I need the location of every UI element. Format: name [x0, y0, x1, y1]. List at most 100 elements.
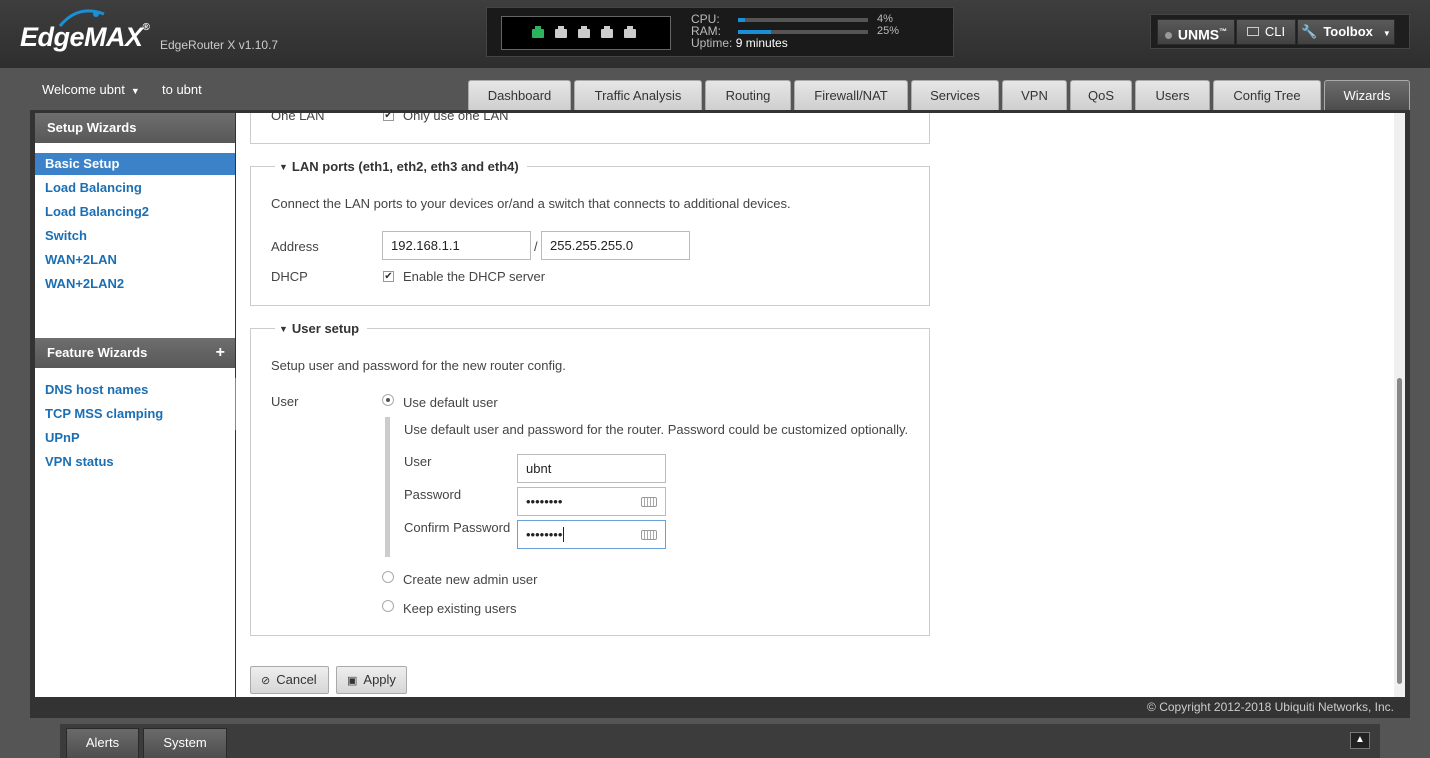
wrench-icon: 🔧	[1301, 24, 1318, 39]
edgemax-logo: EdgeMAX®	[20, 22, 150, 53]
apply-button[interactable]: ▣ Apply	[336, 666, 407, 694]
tab-services[interactable]: Services	[911, 80, 999, 110]
lan-ports-section: ▼ LAN ports (eth1, eth2, eth3 and eth4) C…	[250, 159, 930, 306]
tab-vpn[interactable]: VPN	[1002, 80, 1067, 110]
welcome-menu[interactable]: Welcome ubnt ▼	[42, 82, 140, 97]
lan-ports-description: Connect the LAN ports to your devices or…	[271, 196, 791, 211]
indent-bar	[385, 417, 390, 557]
create-admin-user-label: Create new admin user	[403, 572, 538, 587]
router-model: EdgeRouter X v1.10.7	[160, 38, 279, 52]
keep-existing-users-radio[interactable]	[382, 600, 394, 612]
toolbox-button[interactable]: 🔧 Toolbox ▼	[1297, 19, 1395, 45]
alerts-tab[interactable]: Alerts	[66, 728, 139, 758]
username-label: User	[404, 454, 432, 469]
status-dot-icon	[1164, 31, 1172, 39]
netmask-input[interactable]: 255.255.255.0	[541, 231, 690, 260]
cancel-label: Cancel	[276, 672, 317, 687]
cpu-meter	[738, 18, 868, 22]
status-panel: CPU: 4% RAM: 25% Uptime: 9 minutes	[486, 7, 954, 57]
user-setup-section: ▼ User setup Setup user and password for …	[250, 321, 930, 636]
sidebar: Setup Wizards Basic Setup Load Balancing…	[35, 113, 235, 697]
password-value: ••••••••	[526, 494, 563, 509]
address-input[interactable]: 192.168.1.1	[382, 231, 531, 260]
password-input[interactable]: ••••••••	[517, 487, 666, 516]
tab-firewall-nat[interactable]: Firewall/NAT	[794, 80, 908, 110]
sidebar-item-vpn-status[interactable]: VPN status	[35, 451, 235, 473]
ram-meter-fill	[738, 30, 771, 34]
tab-users[interactable]: Users	[1135, 80, 1210, 110]
confirm-password-input[interactable]: ••••••••	[517, 520, 666, 549]
tab-qos[interactable]: QoS	[1070, 80, 1132, 110]
system-tab[interactable]: System	[143, 728, 227, 758]
address-separator: /	[534, 239, 538, 254]
port-icon	[578, 26, 590, 38]
uptime-label-text: Uptime:	[691, 36, 733, 50]
tab-traffic-analysis[interactable]: Traffic Analysis	[574, 80, 702, 110]
cli-button[interactable]: CLI	[1236, 19, 1296, 45]
user-setup-description: Setup user and password for the new rout…	[271, 358, 566, 373]
cancel-button[interactable]: ⊘ Cancel	[250, 666, 329, 694]
collapse-triangle-icon: ▼	[279, 324, 288, 334]
setup-wizards-heading: Setup Wizards	[35, 113, 235, 143]
user-setup-title: User setup	[291, 321, 360, 336]
port-icon	[601, 26, 613, 38]
port-icon	[555, 26, 567, 38]
confirm-password-value: ••••••••	[526, 527, 563, 542]
username-input[interactable]: ubnt	[517, 454, 666, 483]
tab-wizards[interactable]: Wizards	[1324, 80, 1410, 110]
uptime-label: Uptime: 9 minutes	[691, 37, 788, 49]
lan-ports-legend[interactable]: ▼ LAN ports (eth1, eth2, eth3 and eth4)	[275, 159, 527, 174]
sidebar-item-switch[interactable]: Switch	[35, 225, 235, 247]
keyboard-icon[interactable]	[641, 497, 657, 507]
cancel-icon: ⊘	[261, 675, 271, 687]
sidebar-item-load-balancing2[interactable]: Load Balancing2	[35, 201, 235, 223]
save-icon: ▣	[347, 675, 358, 687]
address-label: Address	[271, 239, 319, 254]
logo-text: EdgeMAX	[20, 22, 143, 52]
feature-wizards-heading: Feature Wizards +	[35, 338, 235, 368]
uptime-value: 9 minutes	[735, 36, 788, 50]
wizard-content: One LAN ✔ Only use one LAN ▼ LAN ports (e…	[236, 113, 1405, 697]
port-status-display	[501, 16, 671, 50]
keep-existing-users-label: Keep existing users	[403, 601, 517, 616]
dhcp-checkbox-label: Enable the DHCP server	[403, 269, 546, 284]
tab-dashboard[interactable]: Dashboard	[468, 80, 571, 110]
create-admin-user-radio[interactable]	[382, 571, 394, 583]
cli-label: CLI	[1264, 24, 1286, 39]
use-default-user-radio[interactable]	[382, 394, 394, 406]
sidebar-item-tcp-mss-clamping[interactable]: TCP MSS clamping	[35, 403, 235, 425]
chevron-up-icon[interactable]: ▲	[1350, 732, 1370, 749]
tab-routing[interactable]: Routing	[705, 80, 791, 110]
bottom-bar: Alerts System ▲	[60, 724, 1380, 758]
port-icon	[532, 26, 544, 38]
add-icon[interactable]: +	[216, 338, 225, 368]
unms-button[interactable]: UNMS™	[1157, 19, 1235, 45]
user-setup-legend[interactable]: ▼ User setup	[275, 321, 368, 336]
top-header: EdgeMAX® EdgeRouter X v1.10.7 CPU: 4% RA…	[0, 0, 1430, 68]
one-lan-checkbox[interactable]: ✔	[383, 113, 394, 121]
caret-down-icon: ▼	[130, 86, 140, 96]
sidebar-item-wan-2lan2[interactable]: WAN+2LAN2	[35, 273, 235, 295]
content-scrollbar-thumb[interactable]	[1397, 378, 1402, 684]
sidebar-item-upnp[interactable]: UPnP	[35, 427, 235, 449]
dhcp-checkbox[interactable]: ✔	[383, 271, 394, 282]
sidebar-item-basic-setup[interactable]: Basic Setup	[35, 153, 235, 175]
to-user-text: to ubnt	[162, 82, 202, 97]
terminal-icon	[1246, 27, 1259, 36]
text-cursor	[563, 527, 565, 542]
dhcp-label: DHCP	[271, 269, 308, 284]
user-label: User	[271, 394, 299, 409]
sidebar-item-load-balancing[interactable]: Load Balancing	[35, 177, 235, 199]
one-lan-label: One LAN	[271, 113, 325, 123]
keyboard-icon[interactable]	[641, 530, 657, 540]
cpu-meter-fill	[738, 18, 745, 22]
sidebar-item-wan-2lan[interactable]: WAN+2LAN	[35, 249, 235, 271]
ram-value: 25%	[877, 25, 900, 37]
password-label: Password	[404, 487, 462, 502]
sidebar-item-dns-host-names[interactable]: DNS host names	[35, 379, 235, 401]
copyright-text: © Copyright 2012-2018 Ubiquiti Networks,…	[1147, 700, 1394, 714]
tab-config-tree[interactable]: Config Tree	[1213, 80, 1321, 110]
one-lan-section: One LAN ✔ Only use one LAN	[250, 113, 930, 144]
toolbox-label: Toolbox	[1323, 24, 1373, 39]
toolbar: UNMS™ CLI 🔧 Toolbox ▼	[1150, 14, 1410, 49]
